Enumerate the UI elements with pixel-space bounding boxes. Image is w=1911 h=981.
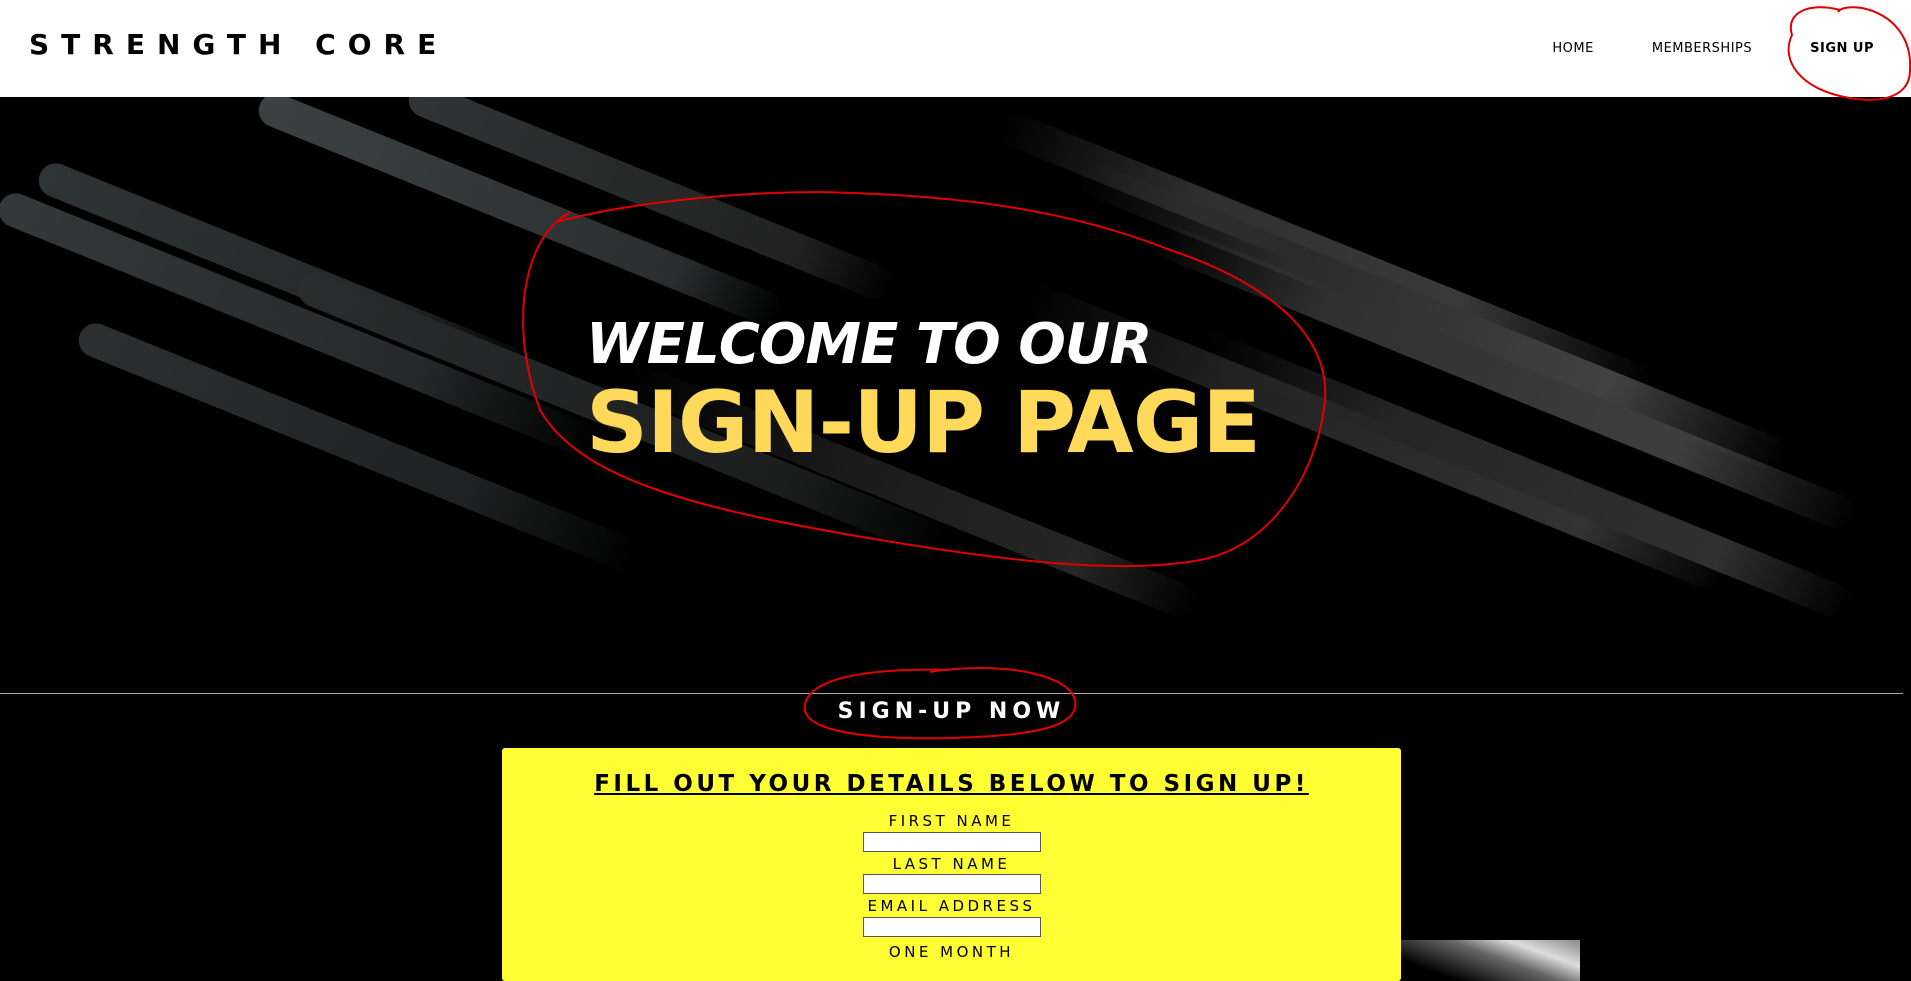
nav-memberships-link[interactable]: MEMBERSHIPS: [1652, 41, 1752, 56]
signup-form: FILL OUT YOUR DETAILS BELOW TO SIGN UP! …: [502, 748, 1401, 981]
background-image-fragment: [1400, 940, 1580, 981]
email-field-group: EMAIL ADDRESS: [502, 896, 1401, 937]
nav-home-link[interactable]: HOME: [1552, 41, 1593, 56]
site-logo[interactable]: STRENGTH CORE: [29, 28, 448, 61]
last-name-input[interactable]: [862, 874, 1041, 894]
email-input[interactable]: [862, 916, 1041, 937]
form-heading: FILL OUT YOUR DETAILS BELOW TO SIGN UP!: [594, 771, 1309, 797]
first-name-label: FIRST NAME: [888, 812, 1015, 830]
last-name-label: LAST NAME: [892, 854, 1011, 873]
signup-section-title: SIGN-UP NOW: [837, 699, 1066, 724]
section-divider: [0, 693, 1903, 694]
hero-heading-line2: SIGN-UP PAGE: [586, 373, 1261, 473]
last-name-field-group: LAST NAME: [502, 854, 1401, 894]
hero-heading-line1: WELCOME TO OUR: [586, 312, 1152, 377]
first-name-field-group: FIRST NAME: [502, 811, 1401, 852]
nav-signup-link[interactable]: SIGN UP: [1810, 41, 1874, 56]
one-month-option-label[interactable]: ONE MONTH: [502, 942, 1401, 962]
email-label: EMAIL ADDRESS: [867, 897, 1036, 915]
hero-heading: WELCOME TO OUR SIGN-UP PAGE: [586, 312, 1261, 473]
first-name-input[interactable]: [862, 831, 1041, 852]
site-header: STRENGTH CORE HOME MEMBERSHIPS SIGN UP: [0, 0, 1911, 97]
membership-option-group: ONE MONTH: [502, 942, 1401, 962]
hero-banner: WELCOME TO OUR SIGN-UP PAGE: [0, 97, 1903, 693]
main-nav: HOME MEMBERSHIPS SIGN UP: [1552, 0, 1911, 97]
